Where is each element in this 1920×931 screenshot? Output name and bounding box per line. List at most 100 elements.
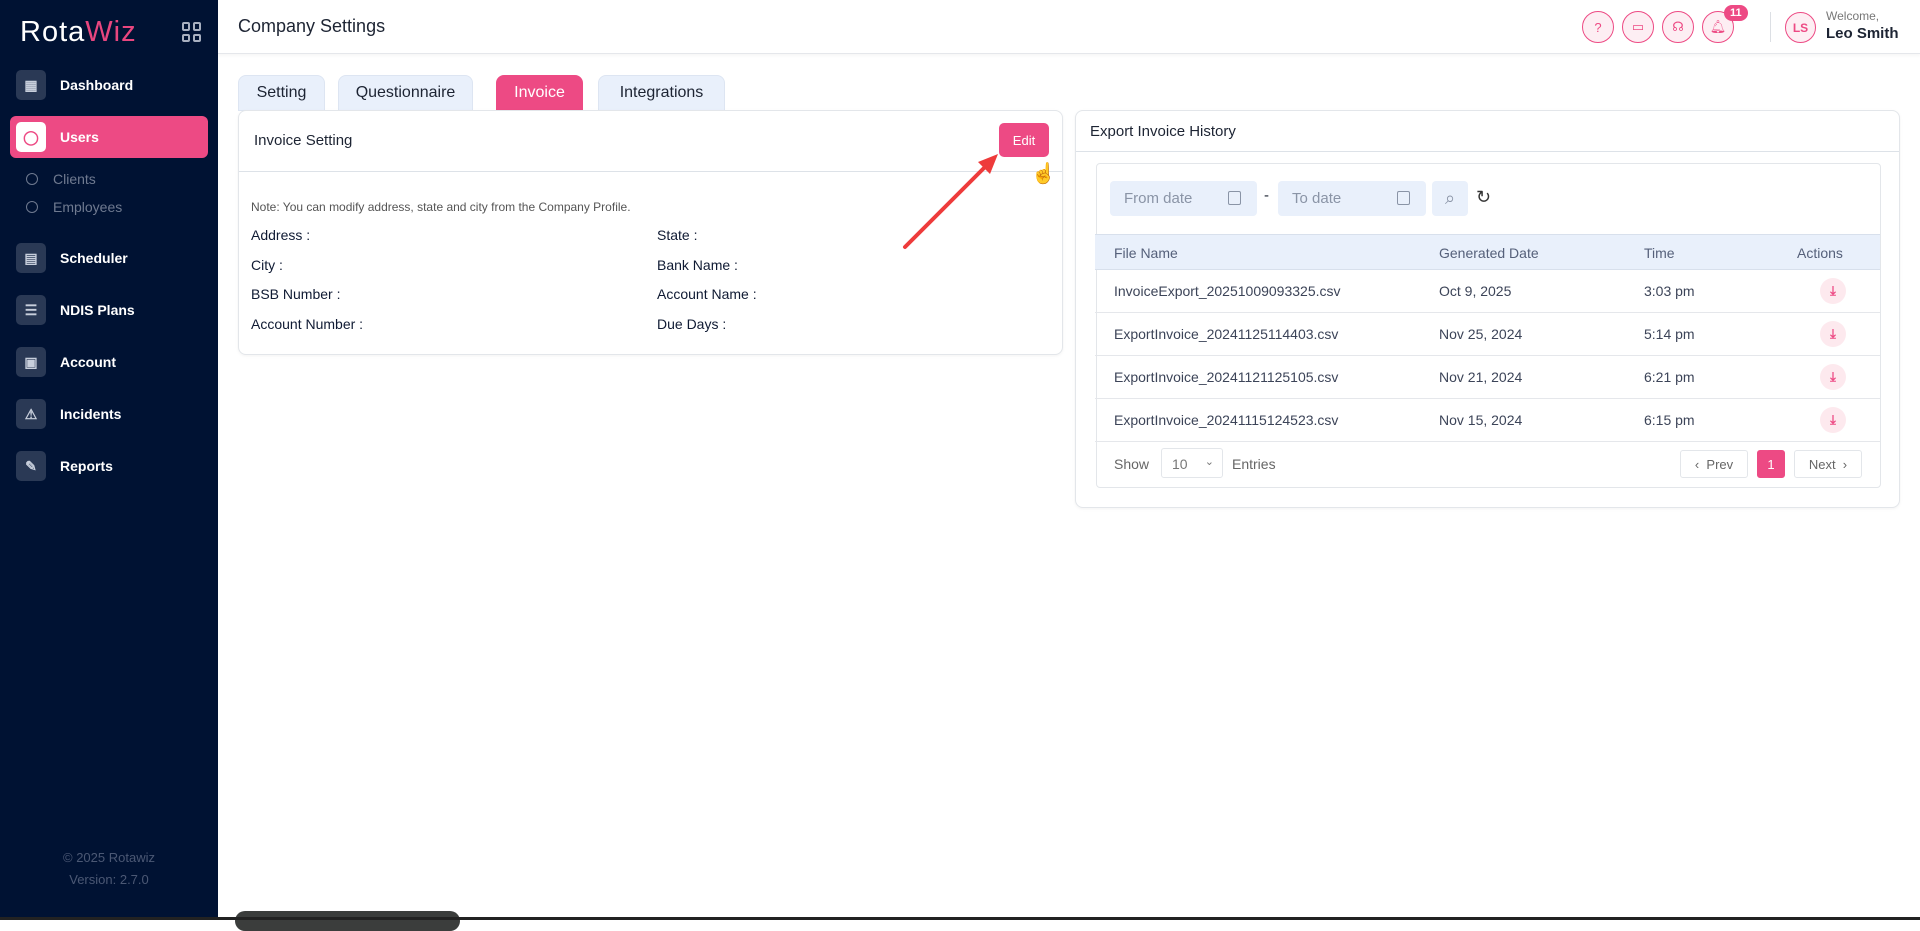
dashboard-icon: ▦ [16,70,46,100]
table-header: File Name Generated Date Time Actions [1095,234,1880,270]
support-headset-icon[interactable]: ☊ [1662,11,1694,43]
from-date-input[interactable]: From date [1110,181,1257,216]
sidebar-item-label: NDIS Plans [60,302,135,318]
copyright: © 2025 Rotawiz [0,850,218,865]
welcome-text: Welcome, [1826,9,1879,23]
divider [1076,151,1899,152]
search-button[interactable]: ⌕ [1432,181,1468,216]
sidebar-item-users[interactable]: ◯ Users [10,116,208,158]
page-size-select[interactable]: 10 ⌄ [1161,448,1223,478]
generated-date: Nov 21, 2024 [1439,369,1522,385]
tab-questionnaire[interactable]: Questionnaire [338,75,473,111]
field-account-number: Account Number : [251,316,363,332]
generated-date: Oct 9, 2025 [1439,283,1511,299]
calendar-icon [1228,191,1241,205]
user-name[interactable]: Leo Smith [1826,25,1899,42]
sidebar-item-label: Users [60,129,99,145]
account-card-icon: ▣ [16,347,46,377]
next-button[interactable]: Next › [1794,450,1862,478]
chat-icon[interactable]: ▭ [1622,11,1654,43]
help-icon[interactable]: ? [1582,11,1614,43]
circle-icon [26,201,38,213]
field-bsb-number: BSB Number : [251,286,340,302]
field-bank-name: Bank Name : [657,257,738,273]
search-icon: ⌕ [1445,188,1455,209]
refresh-icon[interactable]: ↻ [1476,187,1491,208]
field-address: Address : [251,227,310,243]
tab-setting[interactable]: Setting [238,75,325,111]
generated-date: Nov 25, 2024 [1439,326,1522,342]
avatar[interactable]: LS [1785,12,1816,43]
sidebar-item-dashboard[interactable]: ▦ Dashboard [10,64,208,106]
sidebar-item-label: Incidents [60,406,121,422]
file-name: ExportInvoice_20241121125105.csv [1114,369,1338,385]
field-state: State : [657,227,697,243]
apps-grid-icon[interactable] [182,22,202,42]
download-icon[interactable]: ⤓ [1820,407,1846,433]
card-title: Invoice Setting [254,132,352,149]
tab-integrations[interactable]: Integrations [598,75,725,111]
chevron-down-icon: ⌄ [1205,455,1214,468]
note-text: Note: You can modify address, state and … [251,200,631,214]
file-name: ExportInvoice_20241115124523.csv [1114,412,1338,428]
download-icon[interactable]: ⤓ [1820,278,1846,304]
sidebar-subitem-employees[interactable]: Employees [26,199,122,215]
time: 6:15 pm [1644,412,1695,428]
prev-label: Prev [1706,457,1733,472]
page-1-button[interactable]: 1 [1757,450,1785,478]
show-label: Show [1114,456,1149,472]
sidebar-item-label: Reports [60,458,113,474]
tab-invoice[interactable]: Invoice [496,75,583,111]
column-header: Generated Date [1439,245,1539,261]
logo[interactable]: RotaWiz [20,16,137,49]
download-icon[interactable]: ⤓ [1820,364,1846,390]
sidebar: RotaWiz ▦ Dashboard ◯ Users Clients Employ… [0,0,218,920]
table-row: ExportInvoice_20241121125105.csv Nov 21,… [1095,356,1880,399]
sidebar-item-scheduler[interactable]: ▤Scheduler [10,237,208,279]
placeholder: From date [1124,190,1192,207]
field-city: City : [251,257,283,273]
to-date-input[interactable]: To date [1278,181,1426,216]
page-size-value: 10 [1172,456,1188,472]
time: 3:03 pm [1644,283,1695,299]
generated-date: Nov 15, 2024 [1439,412,1522,428]
document-plus-icon: ☰ [16,295,46,325]
logo-text: Rota [20,16,85,48]
chevron-left-icon: ‹ [1695,457,1707,472]
sidebar-item-ndis-plans[interactable]: ☰ NDIS Plans [10,289,208,331]
next-label: Next [1809,457,1836,472]
field-due-days: Due Days : [657,316,726,332]
warning-icon: ⚠ [16,399,46,429]
column-header: File Name [1114,245,1178,261]
time: 5:14 pm [1644,326,1695,342]
circle-icon [26,173,38,185]
chevron-right-icon: › [1836,457,1848,472]
prev-button[interactable]: ‹ Prev [1680,450,1748,478]
calendar-icon [1397,191,1410,205]
table-row: ExportInvoice_20241115124523.csv Nov 15,… [1095,399,1880,442]
subitem-label: Employees [53,199,122,215]
annotation-arrow: ☝ [890,150,1060,260]
column-header: Actions [1797,245,1843,261]
file-name: InvoiceExport_20251009093325.csv [1114,283,1341,299]
card-title: Export Invoice History [1090,123,1236,140]
sidebar-item-reports[interactable]: ✎Reports [10,445,208,487]
bottom-toolbar [235,911,460,931]
user-icon: ◯ [16,122,46,152]
sidebar-item-label: Dashboard [60,77,133,93]
version: Version: 2.7.0 [0,872,218,887]
table-row: ExportInvoice_20241125114403.csv Nov 25,… [1095,313,1880,356]
sidebar-item-account[interactable]: ▣Account [10,341,208,383]
sidebar-subitem-clients[interactable]: Clients [26,171,96,187]
entries-label: Entries [1232,456,1276,472]
placeholder: To date [1292,190,1341,207]
table-row: InvoiceExport_20251009093325.csv Oct 9, … [1095,270,1880,313]
field-account-name: Account Name : [657,286,757,302]
notification-badge: 11 [1724,5,1748,21]
download-icon[interactable]: ⤓ [1820,321,1846,347]
subitem-label: Clients [53,171,96,187]
hand-cursor-icon: ☝ [1031,161,1056,185]
date-separator: - [1264,187,1269,204]
sidebar-item-incidents[interactable]: ⚠ Incidents [10,393,208,435]
column-header: Time [1644,245,1675,261]
